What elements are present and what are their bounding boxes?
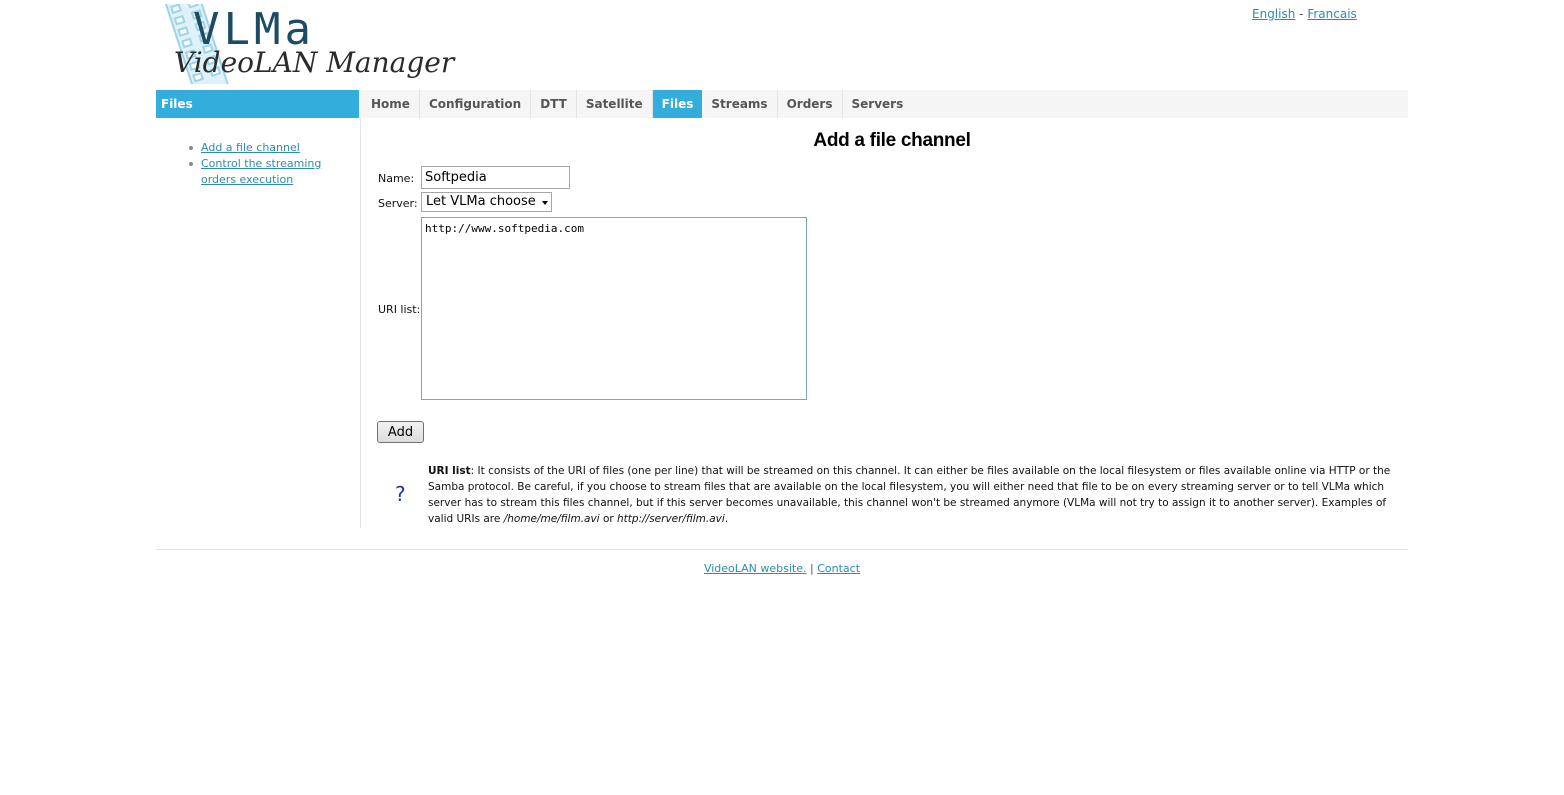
sidebar: Add a file channel Control the streaming… — [156, 118, 361, 528]
logo-subtitle: VideoLAN Manager — [174, 46, 455, 79]
francais-link[interactable]: Francais — [1307, 7, 1356, 21]
contact-link[interactable]: Contact — [817, 562, 860, 575]
videolan-website-link[interactable]: VideoLAN website. — [704, 562, 807, 575]
help-example-remote: http://server/film.avi — [617, 513, 725, 525]
tab-streams[interactable]: Streams — [702, 90, 778, 118]
server-select-value: Let VLMa choose — [426, 194, 536, 209]
help-or: or — [599, 513, 618, 525]
dropdown-arrow-icon — [542, 201, 548, 205]
language-separator: - — [1299, 7, 1304, 21]
uri-list-field[interactable]: http://www.softpedia.com — [421, 217, 807, 400]
name-field[interactable] — [421, 166, 570, 189]
vlma-logo: VLMa VideoLAN Manager — [160, 4, 454, 84]
tab-files[interactable]: Files — [652, 90, 703, 118]
help-text: URI list: It consists of the URI of file… — [428, 463, 1394, 527]
name-label: Name: — [378, 172, 415, 185]
help-example-local: /home/me/film.avi — [503, 513, 600, 525]
help-icon: ? — [395, 482, 406, 506]
nav-tabs: Home Configuration DTT Satellite Files S… — [362, 90, 912, 118]
add-button[interactable]: Add — [377, 421, 424, 443]
footer-divider — [156, 549, 1408, 550]
help-end: . — [724, 513, 729, 525]
english-link[interactable]: English — [1252, 7, 1295, 21]
tab-dtt[interactable]: DTT — [531, 90, 577, 118]
tab-configuration[interactable]: Configuration — [420, 90, 532, 118]
footer: VideoLAN website. | Contact — [0, 562, 1564, 575]
help-term: URI list — [428, 465, 471, 477]
sidebar-item-add-file-channel: Add a file channel — [189, 140, 349, 156]
add-file-channel-link[interactable]: Add a file channel — [201, 141, 300, 154]
tab-orders[interactable]: Orders — [778, 90, 843, 118]
tab-servers[interactable]: Servers — [843, 90, 913, 118]
sidebar-list: Add a file channel Control the streaming… — [189, 140, 349, 188]
server-label: Server: — [378, 197, 418, 210]
language-switcher: English - Francais — [1252, 7, 1357, 21]
sidebar-item-control-orders: Control the streaming orders execution — [189, 156, 349, 188]
control-orders-link[interactable]: Control the streaming orders execution — [201, 157, 321, 186]
server-select[interactable]: Let VLMa choose — [421, 192, 552, 212]
tab-home[interactable]: Home — [362, 90, 420, 118]
uri-list-label: URI list: — [378, 303, 421, 316]
section-title: Files — [156, 90, 359, 118]
tab-satellite[interactable]: Satellite — [577, 90, 653, 118]
page-title: Add a file channel — [813, 130, 971, 151]
footer-separator: | — [810, 562, 814, 575]
